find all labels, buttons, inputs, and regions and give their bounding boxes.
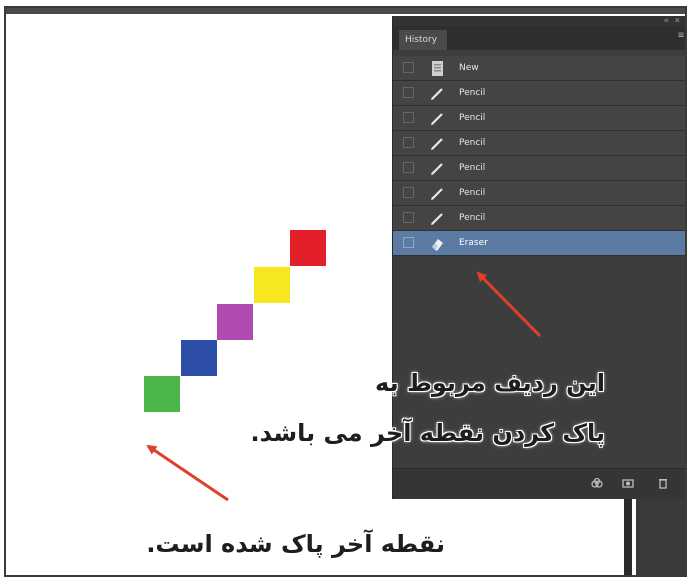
panel-menu-icon[interactable]: ≡ xyxy=(678,30,684,41)
pencil-icon xyxy=(431,188,443,200)
history-row-eraser[interactable]: Eraser xyxy=(393,231,685,256)
panel-dock-edge xyxy=(624,499,632,575)
pencil-icon xyxy=(431,113,443,125)
snapshot-source-checkbox[interactable] xyxy=(403,137,414,148)
callout-erased-point: نقطه آخر پاک شده است. xyxy=(146,530,445,558)
panel-top-strip: « × xyxy=(393,16,685,26)
eraser-icon xyxy=(432,239,443,251)
history-row-label: Pencil xyxy=(459,88,486,98)
pencil-icon xyxy=(431,88,443,100)
document-icon xyxy=(432,61,443,76)
callout-row-explanation: این ردیف مربوط به پاک کردن نقطه آخر می ب… xyxy=(251,358,605,458)
yellow-square xyxy=(254,267,290,303)
pencil-icon xyxy=(431,213,443,225)
panel-dock xyxy=(636,499,685,575)
snapshot-source-checkbox[interactable] xyxy=(403,112,414,123)
history-row-new[interactable]: New xyxy=(393,56,685,81)
snapshot-source-checkbox[interactable] xyxy=(403,162,414,173)
snapshot-source-checkbox[interactable] xyxy=(403,87,414,98)
history-row-pencil[interactable]: Pencil xyxy=(393,206,685,231)
red-square xyxy=(290,230,326,266)
history-row-pencil[interactable]: Pencil xyxy=(393,81,685,106)
history-row-label: Pencil xyxy=(459,113,486,123)
blue-square xyxy=(181,340,217,376)
screenshot-frame: « × History ≡ New Pencil Pencil Pencil P… xyxy=(4,6,687,577)
purple-square xyxy=(217,304,253,340)
snapshot-source-checkbox[interactable] xyxy=(403,187,414,198)
callout-row-line1: این ردیف مربوط به xyxy=(375,369,605,397)
history-row-label: New xyxy=(459,63,479,73)
snapshot-source-checkbox[interactable] xyxy=(403,237,414,248)
history-row-label: Pencil xyxy=(459,163,486,173)
panel-footer xyxy=(393,468,685,499)
history-states-list: New Pencil Pencil Pencil Pencil Pencil P… xyxy=(393,56,685,256)
history-row-label: Pencil xyxy=(459,138,486,148)
history-row-label: Pencil xyxy=(459,213,486,223)
history-row-label: Pencil xyxy=(459,188,486,198)
history-row-pencil[interactable]: Pencil xyxy=(393,181,685,206)
snapshot-source-checkbox[interactable] xyxy=(403,62,414,73)
pencil-icon xyxy=(431,163,443,175)
callout-row-line2: پاک کردن نقطه آخر می باشد. xyxy=(250,419,605,447)
snapshot-source-checkbox[interactable] xyxy=(403,212,414,223)
create-snapshot-icon[interactable] xyxy=(622,477,634,489)
panel-tab-bar: History ≡ xyxy=(393,26,685,50)
pencil-icon xyxy=(431,138,443,150)
history-row-pencil[interactable]: Pencil xyxy=(393,106,685,131)
history-row-label: Eraser xyxy=(459,238,488,248)
tab-history[interactable]: History xyxy=(399,30,447,50)
collapse-icon[interactable]: « × xyxy=(664,16,680,26)
history-row-pencil[interactable]: Pencil xyxy=(393,131,685,156)
green-square xyxy=(144,376,180,412)
delete-state-icon[interactable] xyxy=(657,477,669,489)
history-row-pencil[interactable]: Pencil xyxy=(393,156,685,181)
new-document-from-state-icon[interactable] xyxy=(591,477,603,489)
